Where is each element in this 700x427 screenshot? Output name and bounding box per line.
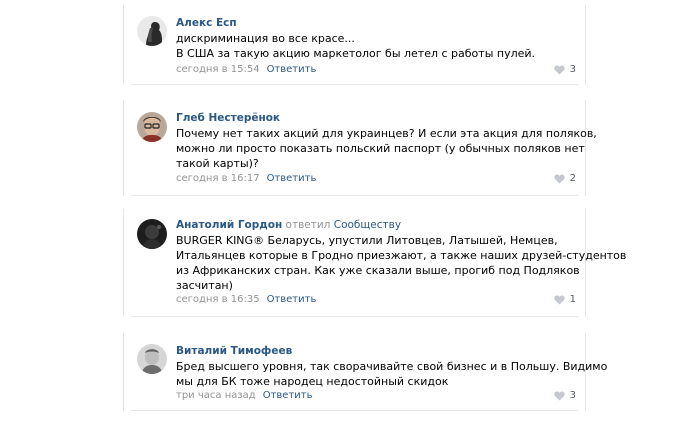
like-count: 3 — [569, 390, 576, 401]
comment-meta: сегодня в 15:54 Ответить — [176, 63, 316, 76]
card-border-left — [123, 100, 124, 196]
comment-time[interactable]: три часа назад — [176, 390, 256, 401]
comment-header: Алекс Есп — [176, 17, 237, 30]
comment-meta: сегодня в 16:35 Ответить — [176, 293, 316, 306]
comment-card: Алекс Есп дискриминация во все красе... … — [123, 5, 586, 85]
comment-time[interactable]: сегодня в 16:17 — [176, 173, 260, 184]
like-button[interactable]: 3 — [553, 389, 576, 402]
comment-line: Итальянцев которые в Гродно приезжают, а… — [176, 249, 627, 262]
comment-line: такой карты)? — [176, 157, 259, 170]
author-name[interactable]: Анатолий Гордон — [176, 219, 282, 231]
card-divider — [131, 195, 578, 196]
card-border-left — [123, 5, 124, 85]
comment-card: Анатолий Гордон ответил Сообществу BURGE… — [123, 209, 626, 317]
comment-line: дискриминация во все красе... — [176, 32, 355, 45]
avatar[interactable] — [137, 112, 167, 142]
comment-line: можно ли просто показать польский паспор… — [176, 142, 585, 155]
comment-line: засчитан) — [176, 279, 233, 292]
comment-text: дискриминация во все красе... В США за т… — [176, 31, 535, 61]
heart-icon — [553, 390, 565, 401]
heart-icon — [553, 173, 565, 184]
reply-button[interactable]: Ответить — [267, 64, 317, 75]
card-border-left — [123, 209, 124, 317]
replied-label: ответил — [285, 219, 331, 231]
card-border-left — [123, 333, 124, 411]
replied-to-link[interactable]: Сообществу — [334, 219, 401, 231]
like-button[interactable]: 3 — [553, 63, 576, 76]
comment-card: Глеб Нестерёнок Почему нет таких акций д… — [123, 100, 597, 196]
comment-meta: сегодня в 16:17 Ответить — [176, 172, 316, 185]
comment-text: BURGER KING® Беларусь, упустили Литовцев… — [176, 233, 626, 293]
reply-button[interactable]: Ответить — [267, 294, 317, 305]
comment-header: Глеб Нестерёнок — [176, 112, 280, 125]
comment-line: В США за такую акцию маркетолог бы летел… — [176, 47, 536, 60]
card-divider — [131, 410, 578, 411]
author-name[interactable]: Глеб Нестерёнок — [176, 112, 280, 124]
like-button[interactable]: 2 — [553, 172, 576, 185]
comment-line: BURGER KING® Беларусь, упустили Литовцев… — [176, 234, 558, 247]
comment-text: Бред высшего уровня, так сворачивайте св… — [176, 359, 607, 389]
author-name[interactable]: Виталий Тимофеев — [176, 345, 292, 357]
reply-button[interactable]: Ответить — [263, 390, 313, 401]
card-border-right — [585, 5, 586, 85]
comment-text: Почему нет таких акций для украинцев? И … — [176, 126, 597, 171]
comment-header: Анатолий Гордон ответил Сообществу — [176, 219, 401, 232]
like-count: 3 — [569, 64, 576, 75]
avatar[interactable] — [137, 219, 167, 249]
user-photo-icon — [137, 112, 167, 142]
like-button[interactable]: 1 — [553, 293, 576, 306]
heart-icon — [553, 64, 565, 75]
comment-line: из Африканских стран. Как уже сказали вы… — [176, 264, 580, 277]
user-photo-icon — [137, 344, 167, 374]
avatar[interactable] — [137, 344, 167, 374]
author-name[interactable]: Алекс Есп — [176, 17, 237, 29]
comment-time[interactable]: сегодня в 15:54 — [176, 64, 260, 75]
card-divider — [131, 84, 578, 85]
card-divider — [131, 316, 578, 317]
comment-line: мы для БК тоже народец недостойный скидо… — [176, 375, 449, 388]
comment-time[interactable]: сегодня в 16:35 — [176, 294, 260, 305]
comment-line: Бред высшего уровня, так сворачивайте св… — [176, 360, 608, 373]
like-count: 1 — [569, 294, 576, 305]
comment-card: Виталий Тимофеев Бред высшего уровня, та… — [123, 333, 607, 411]
like-count: 2 — [569, 173, 576, 184]
comment-line: Почему нет таких акций для украинцев? И … — [176, 127, 597, 140]
comment-header: Виталий Тимофеев — [176, 345, 292, 358]
user-photo-icon — [137, 16, 167, 46]
comment-meta: три часа назад Ответить — [176, 389, 313, 402]
reply-button[interactable]: Ответить — [267, 173, 317, 184]
avatar[interactable] — [137, 16, 167, 46]
user-photo-icon — [137, 219, 167, 249]
heart-icon — [553, 294, 565, 305]
